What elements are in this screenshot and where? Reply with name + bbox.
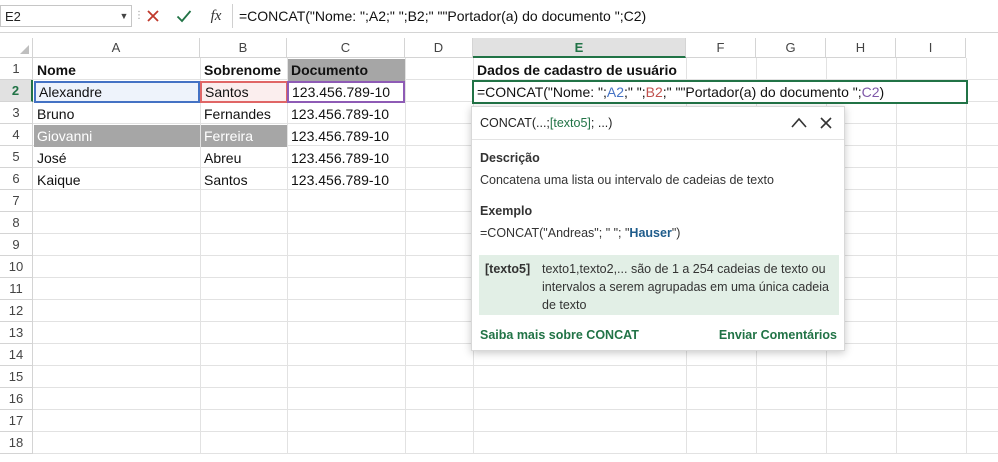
grid-row-line <box>33 453 998 454</box>
cell-a2[interactable]: Alexandre <box>34 81 200 103</box>
cell-a4[interactable]: Giovanni <box>34 125 200 147</box>
row-header-15[interactable]: 15 <box>0 366 33 388</box>
row-header-7[interactable]: 7 <box>0 190 33 212</box>
cell-c6[interactable]: 123.456.789-10 <box>288 169 405 191</box>
close-icon <box>820 117 832 129</box>
cell-b3[interactable]: Fernandes <box>201 103 287 125</box>
row-header-2[interactable]: 2 <box>0 80 33 102</box>
row-header-17[interactable]: 17 <box>0 410 33 432</box>
cell-b5[interactable]: Abreu <box>201 147 287 169</box>
row-header-14[interactable]: 14 <box>0 344 33 366</box>
select-all-button[interactable] <box>0 38 33 58</box>
row-header-9[interactable]: 9 <box>0 234 33 256</box>
ref-a2: A2 <box>606 84 624 100</box>
grid-row-line <box>33 365 998 366</box>
ref-c2: C2 <box>861 84 880 100</box>
cell-c2[interactable]: 123.456.789-10 <box>287 81 405 103</box>
row-header-3[interactable]: 3 <box>0 102 33 124</box>
column-header-h[interactable]: H <box>826 38 896 58</box>
column-header-e[interactable]: E <box>473 38 686 58</box>
send-feedback-link[interactable]: Enviar Comentários <box>719 328 837 342</box>
column-header-f[interactable]: F <box>686 38 756 58</box>
check-icon <box>176 10 192 23</box>
name-box-value: E2 <box>5 8 21 24</box>
row-header-4[interactable]: 4 <box>0 124 33 146</box>
chevron-up-icon <box>791 117 807 128</box>
ref-b2: B2 <box>645 84 663 100</box>
cell-e1[interactable]: Dados de cadastro de usuário <box>474 59 774 81</box>
formula-bar: E2 ▼ ⋮ fx =CONCAT("Nome: ";A2;" ";B2;" "… <box>0 0 998 33</box>
cell-c5[interactable]: 123.456.789-10 <box>288 147 405 169</box>
cell-e2-editing[interactable]: =CONCAT("Nome: "; A2 ;" "; B2 ;" ""Portador(… <box>472 80 968 104</box>
cell-b6[interactable]: Santos <box>201 169 287 191</box>
argument-box: [texto5] texto1,texto2,... são de 1 a 25… <box>479 255 839 315</box>
column-header-d[interactable]: D <box>405 38 473 58</box>
formula-part: ;" "; <box>624 84 646 100</box>
function-signature: CONCAT(...; [texto5]; ...) <box>472 107 844 140</box>
example-text: =CONCAT("Andreas"; " "; "Hauser") <box>480 226 680 240</box>
example-label: Exemplo <box>480 204 533 218</box>
cell-b4[interactable]: Ferreira <box>201 125 287 147</box>
description-text: Concatena uma lista ou intervalo de cade… <box>480 173 774 187</box>
enter-button[interactable] <box>173 6 195 26</box>
cell-b2[interactable]: Santos <box>200 81 288 103</box>
row-header-11[interactable]: 11 <box>0 278 33 300</box>
cell-c4[interactable]: 123.456.789-10 <box>288 125 405 147</box>
cell-b1[interactable]: Sobrenome <box>201 59 287 81</box>
grid-row-line <box>33 409 998 410</box>
name-box[interactable]: E2 ▼ <box>0 5 132 27</box>
cell-c1[interactable]: Documento <box>288 59 405 81</box>
signature-text: ; ...) <box>590 116 613 130</box>
cell-a6[interactable]: Kaique <box>34 169 200 191</box>
close-icon <box>147 10 159 22</box>
insert-function-button[interactable]: fx <box>205 6 227 26</box>
formula-part: =CONCAT("Nome: "; <box>477 84 607 100</box>
cell-a3[interactable]: Bruno <box>34 103 200 125</box>
argument-description: texto1,texto2,... são de 1 a 254 cadeias… <box>542 262 829 312</box>
formula-part: ;" ""Portador(a) do documento "; <box>662 84 862 100</box>
formula-bar-separator <box>232 4 233 28</box>
row-header-1[interactable]: 1 <box>0 58 33 80</box>
row-header-8[interactable]: 8 <box>0 212 33 234</box>
column-header-c[interactable]: C <box>287 38 405 58</box>
row-header-10[interactable]: 10 <box>0 256 33 278</box>
example-highlight: Hauser <box>629 226 672 240</box>
signature-current-arg: [texto5] <box>549 116 591 130</box>
grid-row-line <box>33 387 998 388</box>
row-header-5[interactable]: 5 <box>0 146 33 168</box>
argument-name: [texto5] <box>485 262 531 276</box>
example-part: =CONCAT("Andreas"; " "; " <box>480 226 630 240</box>
close-tooltip-button[interactable] <box>818 115 834 131</box>
column-header-i[interactable]: I <box>896 38 966 58</box>
formula-part: ) <box>879 84 885 100</box>
formula-input[interactable]: =CONCAT("Nome: ";A2;" ";B2;" ""Portador(… <box>239 8 646 24</box>
chevron-down-icon[interactable]: ▼ <box>117 11 131 21</box>
learn-more-link[interactable]: Saiba mais sobre CONCAT <box>480 328 639 342</box>
grid-column-line <box>966 58 967 454</box>
row-header-6[interactable]: 6 <box>0 168 33 190</box>
row-header-16[interactable]: 16 <box>0 388 33 410</box>
collapse-button[interactable] <box>790 115 808 131</box>
cell-a1[interactable]: Nome <box>34 59 200 81</box>
row-header-12[interactable]: 12 <box>0 300 33 322</box>
function-tooltip: CONCAT(...; [texto5]; ...) Descrição Con… <box>471 106 845 351</box>
column-header-g[interactable]: G <box>756 38 826 58</box>
cell-c3[interactable]: 123.456.789-10 <box>288 103 405 125</box>
description-label: Descrição <box>480 151 540 165</box>
cell-a5[interactable]: José <box>34 147 200 169</box>
grid-column-line <box>405 58 406 454</box>
cancel-button[interactable] <box>142 6 164 26</box>
grid-column-line <box>896 58 897 454</box>
column-header-a[interactable]: A <box>33 38 200 58</box>
column-header-b[interactable]: B <box>200 38 287 58</box>
example-part: ") <box>671 226 681 240</box>
signature-text: CONCAT(...; <box>480 116 550 130</box>
grid-row-line <box>33 431 998 432</box>
row-header-13[interactable]: 13 <box>0 322 33 344</box>
fx-icon: fx <box>210 7 222 24</box>
row-header-18[interactable]: 18 <box>0 432 33 454</box>
